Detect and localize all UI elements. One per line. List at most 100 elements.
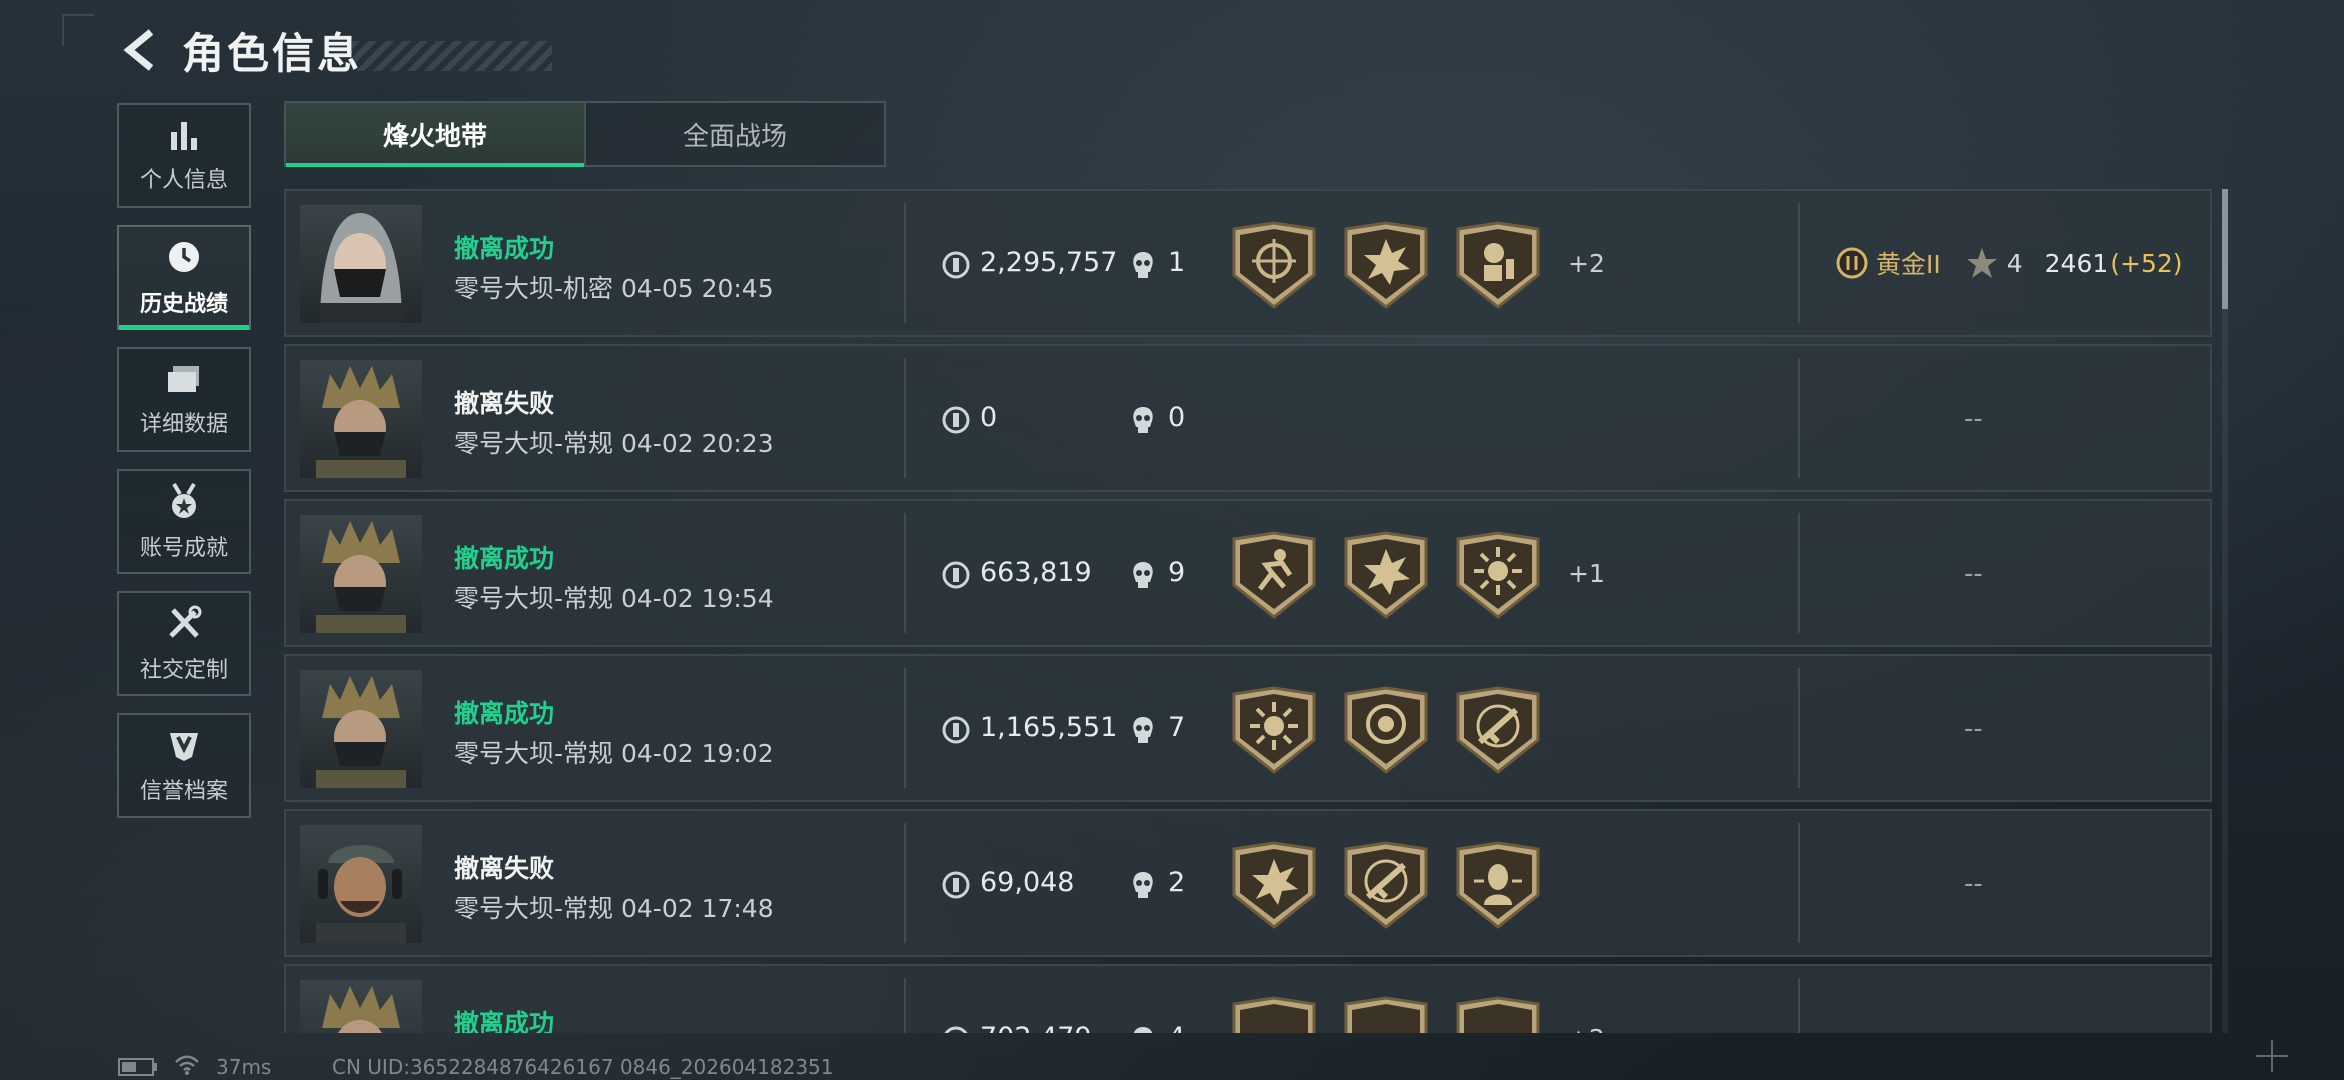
sidebar-item-label: 信誉档案	[139, 778, 228, 804]
laurel-badge-icon[interactable]	[1342, 994, 1430, 1033]
rank-placeholder: --	[1964, 404, 1983, 434]
loot-value: 1,165,551	[980, 712, 1118, 743]
sidebar-item-social-custom[interactable]: 社交定制	[117, 591, 251, 696]
burst-badge-icon[interactable]	[1454, 529, 1542, 621]
match-row[interactable]: 撤离成功 零号大坝-常规 04-02 19:02 1,165,551 7 --	[284, 654, 2212, 802]
map-and-time: 零号大坝-常规 04-02 17:48	[454, 894, 774, 923]
extra-badges-count: +1	[1568, 559, 1605, 588]
avatar	[300, 205, 422, 323]
status-bar: 37ms CN UID:3652284876426167 0846_202604…	[0, 1040, 2344, 1080]
wifi-icon	[175, 1055, 199, 1075]
page-title: 角色信息	[182, 28, 363, 78]
extraction-status: 撤离失败	[454, 389, 555, 418]
map-and-time: 零号大坝-常规 04-02 20:23	[454, 429, 774, 458]
engineer-badge-icon[interactable]	[1454, 219, 1542, 311]
sidebar-item-achievements[interactable]: 账号成就	[117, 469, 251, 574]
loot-value: 702,479	[980, 1022, 1092, 1033]
skull-icon	[1133, 562, 1153, 588]
kill-count: 2	[1168, 867, 1186, 898]
extraction-status: 撤离失败	[454, 854, 555, 883]
rank-gold-icon	[1836, 247, 1868, 279]
skull-icon	[1133, 252, 1153, 278]
loot-value: 2,295,757	[980, 247, 1118, 278]
sidebar-item-reputation[interactable]: 信誉档案	[117, 713, 251, 818]
explosion-badge-icon[interactable]	[1230, 839, 1318, 931]
star-count: 4	[2006, 248, 2023, 278]
divider	[1798, 668, 1800, 788]
rifle-badge-icon[interactable]	[1454, 684, 1542, 776]
extraction-status: 撤离成功	[454, 234, 555, 263]
sidebar-item-personal-info[interactable]: 个人信息	[117, 103, 251, 208]
match-row[interactable]: 撤离成功 702,479 4 +2	[284, 964, 2212, 1033]
extra-badges-count: +2	[1568, 1024, 1605, 1033]
map-and-time: 零号大坝-常规 04-02 19:02	[454, 739, 774, 768]
coin-icon	[942, 561, 970, 589]
coin-icon	[942, 251, 970, 279]
match-row[interactable]: 撤离成功 零号大坝-机密 04-05 20:45 2,295,757 1 +2 …	[284, 189, 2212, 337]
skull-icon	[1133, 1027, 1153, 1033]
tab-all-out-warfare[interactable]: 全面战场	[584, 103, 884, 165]
match-row[interactable]: 撤离失败 零号大坝-常规 04-02 17:48 69,048 2 --	[284, 809, 2212, 957]
mode-tabs: 烽火地带 全面战场	[284, 101, 886, 167]
skull-icon	[1133, 407, 1153, 433]
rifle-badge-icon[interactable]	[1342, 839, 1430, 931]
explosion-badge-icon[interactable]	[1342, 219, 1430, 311]
map-and-time: 零号大坝-常规 04-02 19:54	[454, 584, 774, 613]
burst-badge-icon[interactable]	[1230, 684, 1318, 776]
divider	[1798, 978, 1800, 1033]
match-history-list: 撤离成功 零号大坝-机密 04-05 20:45 2,295,757 1 +2 …	[284, 189, 2212, 1033]
ping-value: 37ms	[216, 1055, 272, 1079]
map-and-time: 零号大坝-机密 04-05 20:45	[454, 274, 774, 303]
back-button[interactable]	[118, 27, 164, 73]
laurel-badge-icon[interactable]	[1342, 684, 1430, 776]
top-bar: 角色信息	[118, 20, 553, 80]
coin-icon	[944, 1026, 968, 1033]
sidebar-item-match-history[interactable]: 历史战绩	[117, 225, 251, 330]
kill-count: 4	[1168, 1022, 1185, 1033]
runner-badge-icon[interactable]	[1230, 994, 1318, 1033]
divider	[904, 978, 906, 1033]
coin-icon	[942, 871, 970, 899]
avatar	[300, 360, 422, 478]
operator-badge-icon[interactable]	[1454, 839, 1542, 931]
kill-count: 7	[1168, 712, 1186, 743]
coin-icon	[942, 406, 970, 434]
match-row[interactable]: 撤离失败 零号大坝-常规 04-02 20:23 0 0 --	[284, 344, 2212, 492]
title-decoration	[352, 41, 553, 71]
tab-hazard-zone[interactable]: 烽火地带	[286, 103, 584, 167]
list-scrollbar[interactable]	[2222, 189, 2228, 1033]
avatar	[300, 980, 422, 1033]
shield-icon	[170, 732, 198, 761]
sidebar-item-detailed-data[interactable]: 详细数据	[117, 347, 251, 452]
match-row[interactable]: 撤离成功 零号大坝-常规 04-02 19:54 663,819 9 +1 --	[284, 499, 2212, 647]
extraction-status: 撤离成功	[454, 1009, 555, 1033]
skull-icon	[1133, 717, 1153, 743]
divider	[1798, 823, 1800, 943]
kill-count: 0	[1168, 402, 1186, 433]
loot-value: 663,819	[980, 557, 1092, 588]
divider	[1798, 203, 1800, 323]
rank-placeholder: --	[1964, 559, 1983, 589]
rank-score: 2461	[2044, 248, 2109, 278]
divider	[904, 668, 906, 788]
divider	[904, 513, 906, 633]
rank-score-delta: (+52)	[2110, 248, 2183, 278]
avatar	[300, 670, 422, 788]
avatar	[300, 515, 422, 633]
avatar	[300, 825, 422, 943]
coin-icon	[942, 716, 970, 744]
kill-count: 1	[1168, 247, 1186, 278]
loot-value: 69,048	[980, 867, 1075, 898]
runner-badge-icon[interactable]	[1230, 529, 1318, 621]
explosion-badge-icon[interactable]	[1342, 529, 1430, 621]
rank-placeholder: --	[1964, 869, 1983, 899]
scrollbar-thumb[interactable]	[2222, 189, 2228, 309]
divider	[904, 358, 906, 478]
target-badge-icon[interactable]	[1230, 219, 1318, 311]
crosshair-icon	[2256, 1040, 2288, 1072]
explosion-badge-icon[interactable]	[1454, 994, 1542, 1033]
tools-icon	[169, 605, 202, 638]
divider	[1798, 513, 1800, 633]
medal-icon	[172, 482, 196, 518]
sidebar-item-label: 账号成就	[139, 535, 228, 561]
